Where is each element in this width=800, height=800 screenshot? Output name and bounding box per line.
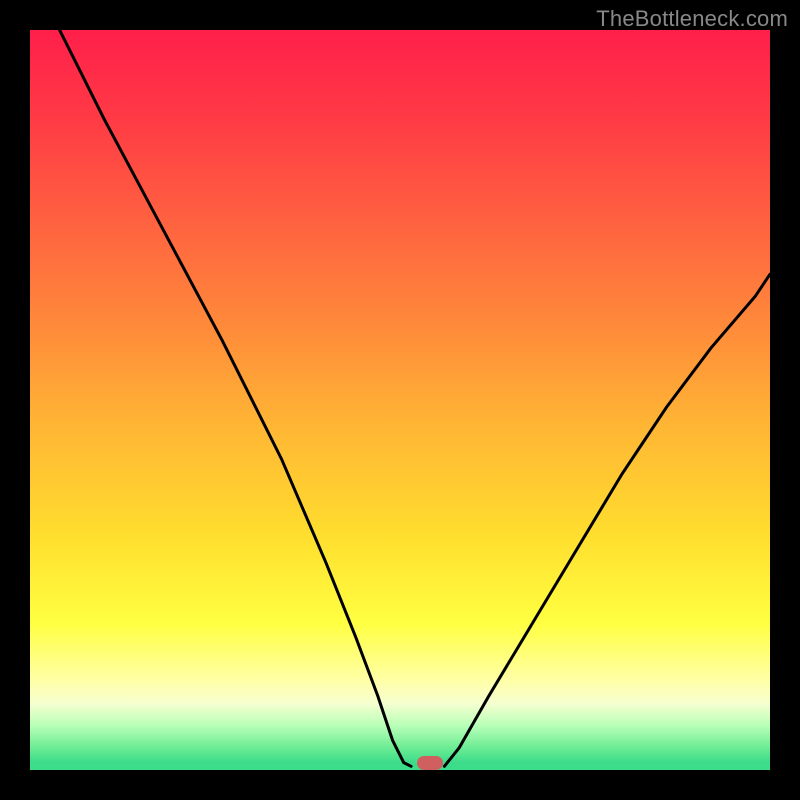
curve-right (444, 274, 770, 766)
bottleneck-curve (30, 30, 770, 770)
curve-left (60, 30, 412, 766)
chart-frame: TheBottleneck.com (0, 0, 800, 800)
watermark-text: TheBottleneck.com (596, 6, 788, 32)
optimal-marker (417, 756, 443, 770)
plot-area (30, 30, 770, 770)
